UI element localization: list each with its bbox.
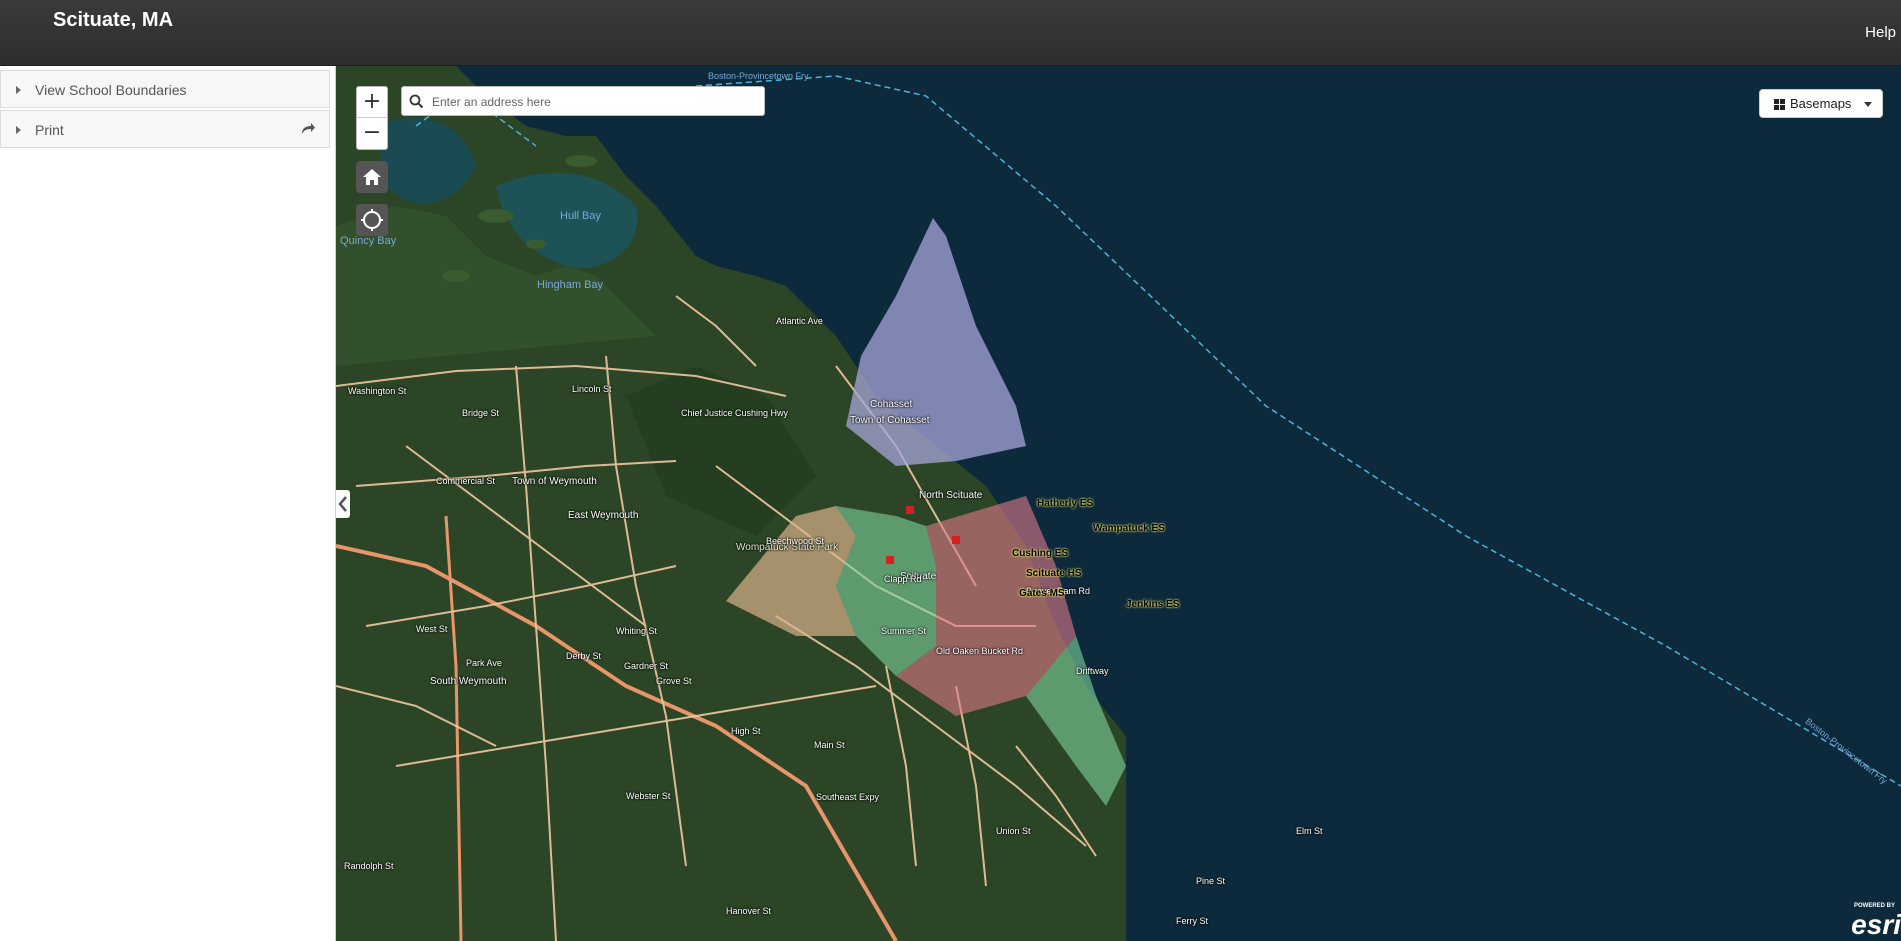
search-icon bbox=[409, 94, 424, 109]
caret-right-icon bbox=[16, 126, 21, 134]
panel-label: Print bbox=[35, 122, 64, 138]
school-marker bbox=[886, 556, 894, 564]
map-label-hull-bay: Hull Bay bbox=[560, 210, 601, 222]
road-label: Webster St bbox=[626, 791, 671, 801]
road-label: Union St bbox=[996, 826, 1031, 836]
app-header: Scituate, MA Help bbox=[0, 0, 1901, 66]
map-label-ferry: Boston-Provincetown Fry bbox=[708, 71, 809, 81]
map-label-quincy-bay: Quincy Bay bbox=[340, 235, 397, 247]
road-label: Ferry St bbox=[1176, 916, 1209, 926]
zoom-out-button[interactable]: − bbox=[357, 118, 387, 148]
road-label: Atlantic Ave bbox=[776, 316, 823, 326]
road-label: Grove St bbox=[656, 676, 692, 686]
map-view[interactable]: Hull Bay Hingham Bay Quincy Bay Boston-P… bbox=[336, 66, 1901, 941]
road-label: Whiting St bbox=[616, 626, 658, 636]
road-label: Lincoln St bbox=[572, 384, 612, 394]
school-label-gates: Gates MS bbox=[1019, 588, 1065, 599]
school-label-jenkins: Jenkins ES bbox=[1126, 599, 1180, 610]
home-button[interactable] bbox=[356, 161, 388, 193]
road-label: Pine St bbox=[1196, 876, 1226, 886]
map-basemap bbox=[336, 66, 1901, 941]
basemaps-button[interactable]: Basemaps bbox=[1759, 89, 1883, 118]
school-label-wampatuck: Wampatuck ES bbox=[1093, 523, 1165, 534]
zoom-control: + − bbox=[356, 86, 388, 150]
share-icon[interactable] bbox=[299, 120, 317, 138]
road-label: Derby St bbox=[566, 651, 602, 661]
school-marker bbox=[906, 506, 914, 514]
road-label: Southeast Expy bbox=[816, 792, 880, 802]
town-label-north-scituate: North Scituate bbox=[919, 490, 983, 501]
road-label: Main St bbox=[814, 740, 845, 750]
road-label: Driftway bbox=[1076, 666, 1109, 676]
road-label: Chief Justice Cushing Hwy bbox=[681, 408, 789, 418]
school-label-cushing: Cushing ES bbox=[1012, 548, 1069, 559]
road-label: Clapp Rd bbox=[884, 574, 922, 584]
app-title: Scituate, MA bbox=[53, 9, 174, 31]
esri-wordmark: esri bbox=[1851, 909, 1901, 940]
town-label-town-of-cohasset: Town of Cohasset bbox=[850, 415, 930, 426]
locate-button[interactable] bbox=[356, 204, 388, 236]
chevron-left-icon bbox=[338, 496, 347, 512]
caret-right-icon bbox=[16, 86, 21, 94]
sidebar: View School Boundaries Print bbox=[0, 66, 336, 941]
zone-hatherly bbox=[846, 218, 1026, 466]
chevron-down-icon bbox=[1864, 102, 1872, 107]
sidebar-collapse-button[interactable] bbox=[336, 490, 350, 518]
school-label-scituate-hs: Scituate HS bbox=[1026, 568, 1082, 579]
zoom-in-button[interactable]: + bbox=[357, 87, 387, 118]
panel-label: View School Boundaries bbox=[35, 82, 187, 98]
road-label: Commercial St bbox=[436, 476, 496, 486]
road-label: West St bbox=[416, 624, 448, 634]
home-icon bbox=[363, 169, 381, 185]
road-label: Beechwood St bbox=[766, 536, 825, 546]
help-link[interactable]: Help bbox=[1865, 24, 1896, 41]
road-label: Bridge St bbox=[462, 408, 500, 418]
locate-icon bbox=[361, 209, 383, 231]
road-label: Randolph St bbox=[344, 861, 394, 871]
road-label: Hanover St bbox=[726, 906, 772, 916]
town-label-east-weymouth: East Weymouth bbox=[568, 510, 639, 521]
grid-icon bbox=[1774, 99, 1785, 110]
town-label-cohasset: Cohasset bbox=[870, 399, 913, 410]
road-label: Washington St bbox=[348, 386, 407, 396]
town-label-south-weymouth: South Weymouth bbox=[430, 676, 507, 687]
road-label: Elm St bbox=[1296, 826, 1323, 836]
search-input[interactable] bbox=[430, 91, 754, 113]
road-label: High St bbox=[731, 726, 761, 736]
school-label-hatherly: Hatherly ES bbox=[1037, 498, 1094, 509]
panel-print[interactable]: Print bbox=[0, 110, 330, 148]
road-label: Old Oaken Bucket Rd bbox=[936, 646, 1024, 656]
panel-view-school-boundaries[interactable]: View School Boundaries bbox=[0, 70, 330, 108]
basemaps-label: Basemaps bbox=[1790, 96, 1852, 111]
school-marker bbox=[952, 536, 960, 544]
road-label: Summer St bbox=[881, 626, 927, 636]
road-label: Park Ave bbox=[466, 658, 502, 668]
esri-logo: POWERED BY esri bbox=[1841, 903, 1901, 940]
address-search bbox=[401, 86, 765, 116]
road-label: Gardner St bbox=[624, 661, 669, 671]
town-label-weymouth: Town of Weymouth bbox=[512, 476, 597, 487]
map-label-hingham-bay: Hingham Bay bbox=[537, 279, 604, 291]
